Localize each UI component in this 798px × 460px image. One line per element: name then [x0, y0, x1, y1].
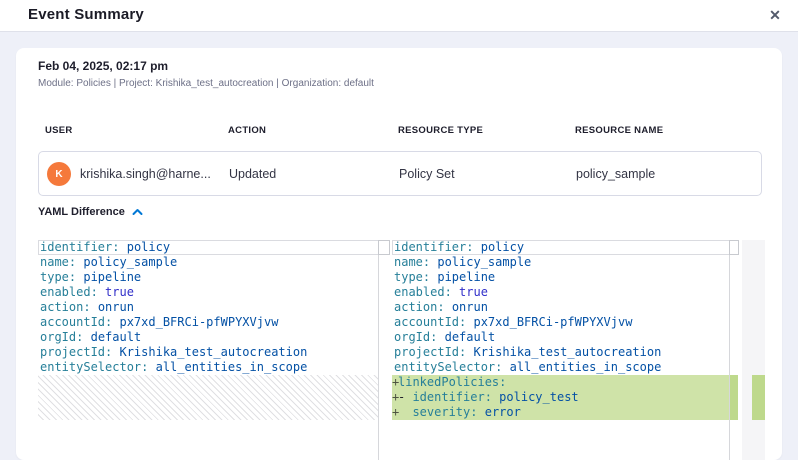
code-line: identifier: policy: [392, 240, 729, 255]
code-line: projectId: Krishika_test_autocreation: [38, 345, 378, 360]
yaml-difference-toggle[interactable]: YAML Difference: [38, 206, 143, 218]
yaml-diff-editor: identifier: policyname: policy_sampletyp…: [38, 240, 765, 460]
event-summary-card: Feb 04, 2025, 02:17 pm Module: Policies …: [16, 48, 782, 460]
code-line: entitySelector: all_entities_in_scope: [392, 360, 729, 375]
modal-header: Event Summary ✕: [0, 0, 798, 32]
scrollbar-insert-decoration: [752, 375, 765, 420]
cell-action: Updated: [229, 152, 276, 195]
column-header-user: USER: [45, 125, 73, 136]
code-line: +- identifier: policy_test: [392, 390, 738, 405]
overview-ruler-cursor-marker-left: [378, 240, 390, 255]
cell-user: krishika.singh@harne...: [80, 152, 211, 195]
code-line: identifier: policy: [38, 240, 378, 255]
code-line: name: policy_sample: [38, 255, 378, 270]
table-row: K krishika.singh@harne... Updated Policy…: [38, 151, 762, 196]
close-icon: ✕: [769, 7, 781, 23]
column-header-resource-name: RESOURCE NAME: [575, 125, 663, 136]
event-timestamp: Feb 04, 2025, 02:17 pm: [38, 59, 168, 73]
code-line: projectId: Krishika_test_autocreation: [392, 345, 729, 360]
diff-scrollbar-track[interactable]: [742, 240, 765, 460]
code-line: + severity: error: [392, 405, 738, 420]
deleted-lines-placeholder: [38, 375, 378, 420]
code-line: enabled: true: [392, 285, 729, 300]
column-header-resource-type: RESOURCE TYPE: [398, 125, 483, 136]
event-meta: Module: Policies | Project: Krishika_tes…: [38, 78, 374, 89]
code-line: enabled: true: [38, 285, 378, 300]
code-line: orgId: default: [38, 330, 378, 345]
diff-divider-right: [729, 240, 730, 460]
code-line: type: pipeline: [392, 270, 729, 285]
diff-pane-modified[interactable]: identifier: policyname: policy_sampletyp…: [392, 240, 729, 460]
code-line: orgId: default: [392, 330, 729, 345]
close-button[interactable]: ✕: [762, 2, 788, 28]
code-line: entitySelector: all_entities_in_scope: [38, 360, 378, 375]
page-title: Event Summary: [28, 6, 144, 23]
code-line: action: onrun: [392, 300, 729, 315]
cell-resource-type: Policy Set: [399, 152, 455, 195]
column-header-action: ACTION: [228, 125, 266, 136]
code-line: accountId: px7xd_BFRCi-pfWPYXVjvw: [38, 315, 378, 330]
overview-ruler-insert-decoration: [730, 375, 738, 420]
diff-pane-original[interactable]: identifier: policyname: policy_sampletyp…: [38, 240, 378, 460]
code-line: accountId: px7xd_BFRCi-pfWPYXVjvw: [392, 315, 729, 330]
code-line: action: onrun: [38, 300, 378, 315]
chevron-up-icon: [132, 208, 143, 216]
cell-resource-name: policy_sample: [576, 152, 655, 195]
overview-ruler-cursor-marker-right: [729, 240, 739, 255]
code-line: +linkedPolicies:: [392, 375, 738, 390]
code-line: name: policy_sample: [392, 255, 729, 270]
avatar-initial: K: [55, 169, 62, 180]
diff-divider-left: [378, 240, 379, 460]
code-line: type: pipeline: [38, 270, 378, 285]
avatar: K: [47, 162, 71, 186]
yaml-difference-label: YAML Difference: [38, 206, 125, 218]
